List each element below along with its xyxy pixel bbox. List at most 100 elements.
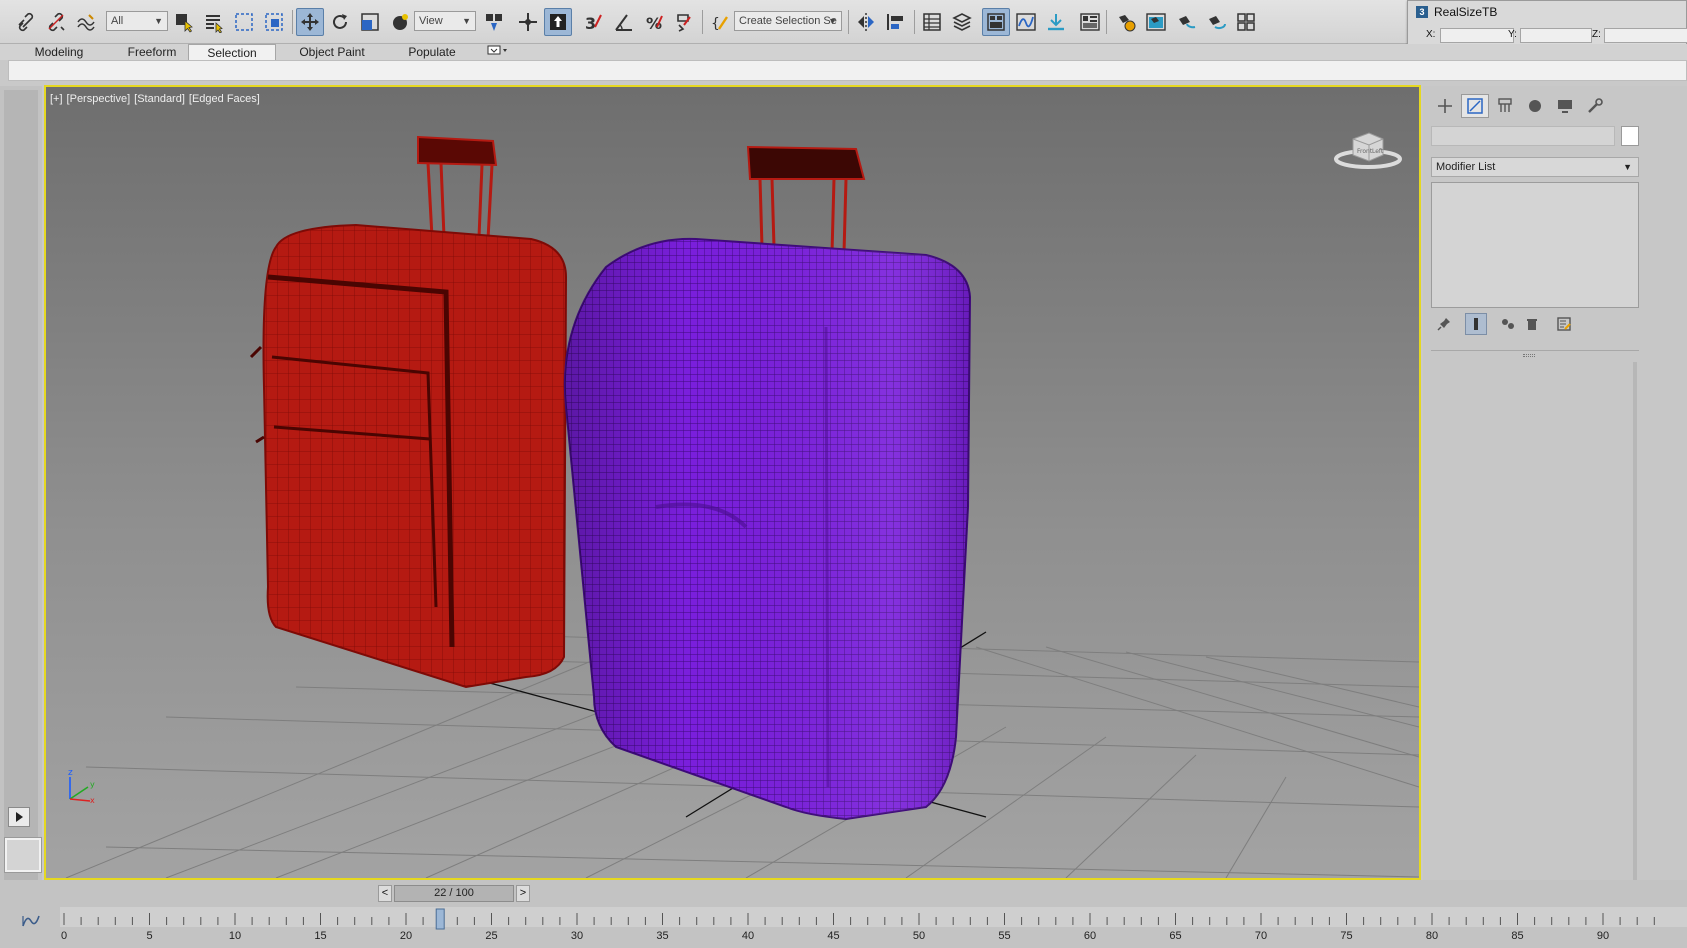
toolbar-separator — [848, 10, 849, 34]
viewport-point-of-view-menu[interactable]: [Perspective] — [67, 93, 131, 105]
toolbar-separator — [914, 10, 915, 34]
workspace-layout-icon[interactable] — [1232, 8, 1260, 36]
track-tick-label: 70 — [1255, 930, 1267, 942]
track-bar[interactable]: 0 5 10 15 20 25 30 35 40 45 50 55 60 65 70 75 80 85 90 — [60, 907, 1687, 947]
object-color-swatch[interactable] — [1621, 126, 1639, 146]
create-panel-tab[interactable] — [1431, 94, 1459, 118]
ribbon-options-icon[interactable] — [484, 44, 512, 61]
selection-filter-dropdown[interactable]: All ▼ — [106, 11, 168, 31]
chevron-down-icon: ▼ — [154, 16, 163, 26]
ribbon-toggle-icon[interactable] — [982, 8, 1010, 36]
show-end-result-icon[interactable] — [1465, 313, 1487, 335]
layer-explorer-icon[interactable] — [948, 8, 976, 36]
track-tick-label: 90 — [1597, 930, 1609, 942]
viewport-visual-style-menu[interactable]: [Edged Faces] — [189, 93, 260, 105]
next-frame-button[interactable]: > — [516, 885, 530, 902]
viewport-layout-bar — [4, 90, 38, 880]
bind-spacewarp-icon[interactable] — [72, 8, 100, 36]
chevron-down-icon: ▼ — [828, 16, 837, 26]
mirror-icon[interactable] — [852, 8, 880, 36]
snaps-toggle-icon[interactable]: 3 — [580, 8, 608, 36]
unlink-icon[interactable] — [42, 8, 70, 36]
render-setup-icon[interactable] — [1112, 8, 1140, 36]
track-tick-label: 40 — [742, 930, 754, 942]
modifier-stack-toolbar — [1431, 313, 1639, 335]
track-tick-label: 20 — [400, 930, 412, 942]
spinner-snap-icon[interactable] — [670, 8, 698, 36]
schematic-view-icon[interactable] — [1042, 8, 1070, 36]
align-icon[interactable] — [882, 8, 910, 36]
select-by-name-icon[interactable] — [200, 8, 228, 36]
track-tick-label: 0 — [61, 930, 67, 942]
utilities-panel-tab[interactable] — [1581, 94, 1609, 118]
toolbar-separator — [1106, 10, 1107, 34]
select-scale-icon[interactable] — [356, 8, 384, 36]
reference-coordinate-dropdown[interactable]: View ▼ — [414, 11, 476, 31]
select-move-icon[interactable] — [296, 8, 324, 36]
track-tick-label: 75 — [1340, 930, 1352, 942]
render-production-icon[interactable] — [1172, 8, 1200, 36]
hierarchy-panel-tab[interactable] — [1491, 94, 1519, 118]
svg-text:y: y — [90, 780, 95, 789]
tab-selection[interactable]: Selection — [188, 44, 276, 61]
angle-snap-icon[interactable] — [610, 8, 638, 36]
window-crossing-icon[interactable] — [260, 8, 288, 36]
current-frame-marker[interactable] — [435, 908, 445, 930]
named-selection-sets-dropdown[interactable]: Create Selection Se ▼ — [734, 11, 842, 31]
viewport-scene: z y x — [65, 135, 1419, 878]
remove-modifier-icon[interactable] — [1521, 313, 1543, 335]
percent-snap-icon[interactable]: % — [640, 8, 668, 36]
tab-populate[interactable]: Populate — [388, 44, 476, 61]
link-icon[interactable] — [12, 8, 40, 36]
rendered-frame-window-icon[interactable] — [1142, 8, 1170, 36]
play-icon[interactable] — [8, 807, 30, 827]
scene-explorer-icon[interactable] — [918, 8, 946, 36]
keyboard-shortcut-override-icon[interactable] — [544, 8, 572, 36]
z-spinner-field[interactable] — [1604, 28, 1687, 43]
edit-named-selection-icon[interactable]: { — [706, 8, 734, 36]
toolbar-separator — [702, 10, 703, 34]
tab-object-paint[interactable]: Object Paint — [286, 44, 378, 61]
modify-panel-tab[interactable] — [1461, 94, 1489, 118]
purple-suitcase — [563, 145, 972, 821]
rect-selection-region-icon[interactable] — [230, 8, 258, 36]
display-panel-tab[interactable] — [1551, 94, 1579, 118]
configure-modifier-sets-icon[interactable] — [1553, 313, 1575, 335]
previous-frame-button[interactable]: < — [378, 885, 392, 902]
mini-curve-editor-icon[interactable] — [22, 914, 40, 931]
pivot-center-icon[interactable] — [480, 8, 508, 36]
svg-text:x: x — [90, 796, 95, 805]
select-place-icon[interactable] — [386, 8, 414, 36]
viewport-left-strip — [0, 86, 42, 886]
pin-stack-icon[interactable] — [1433, 313, 1455, 335]
material-editor-icon[interactable] — [1076, 8, 1104, 36]
motion-panel-tab[interactable] — [1521, 94, 1549, 118]
select-rotate-icon[interactable] — [326, 8, 354, 36]
perspective-viewport[interactable]: z y x [+] [Perspective] [Standard] [Edged F… — [44, 85, 1421, 880]
modifier-stack[interactable] — [1431, 182, 1639, 308]
maxscript-listener-box[interactable] — [5, 838, 41, 872]
x-spinner-field[interactable] — [1440, 28, 1514, 43]
track-tick-label: 10 — [229, 930, 241, 942]
select-manipulate-icon[interactable] — [514, 8, 542, 36]
modifier-list-dropdown[interactable]: Modifier List ▼ — [1431, 157, 1639, 177]
y-spinner-field[interactable] — [1520, 28, 1592, 43]
curve-editor-icon[interactable] — [1012, 8, 1040, 36]
tab-modeling[interactable]: Modeling — [8, 44, 110, 61]
command-panel: Modifier List ▼ — [1423, 86, 1687, 886]
viewport-label-menu[interactable]: [+] [Perspective] [Standard] [Edged Faces] — [50, 93, 264, 105]
select-object-icon[interactable] — [170, 8, 198, 36]
viewport-general-menu[interactable]: [+] — [50, 93, 63, 105]
object-name-field[interactable] — [1431, 126, 1615, 146]
viewcube-icon[interactable]: Front Left — [1333, 123, 1403, 176]
render-iterative-icon[interactable] — [1202, 8, 1230, 36]
make-unique-icon[interactable] — [1497, 313, 1519, 335]
viewport-shading-menu[interactable]: [Standard] — [134, 93, 185, 105]
chevron-down-icon: ▼ — [462, 16, 471, 26]
rollout-grip[interactable] — [1523, 354, 1535, 357]
time-slider-handle[interactable]: 22 / 100 — [394, 885, 514, 902]
tab-freeform[interactable]: Freeform — [110, 44, 194, 61]
command-panel-scrollbar[interactable] — [1633, 362, 1637, 882]
track-tick-label: 65 — [1169, 930, 1181, 942]
track-tick-label: 50 — [913, 930, 925, 942]
